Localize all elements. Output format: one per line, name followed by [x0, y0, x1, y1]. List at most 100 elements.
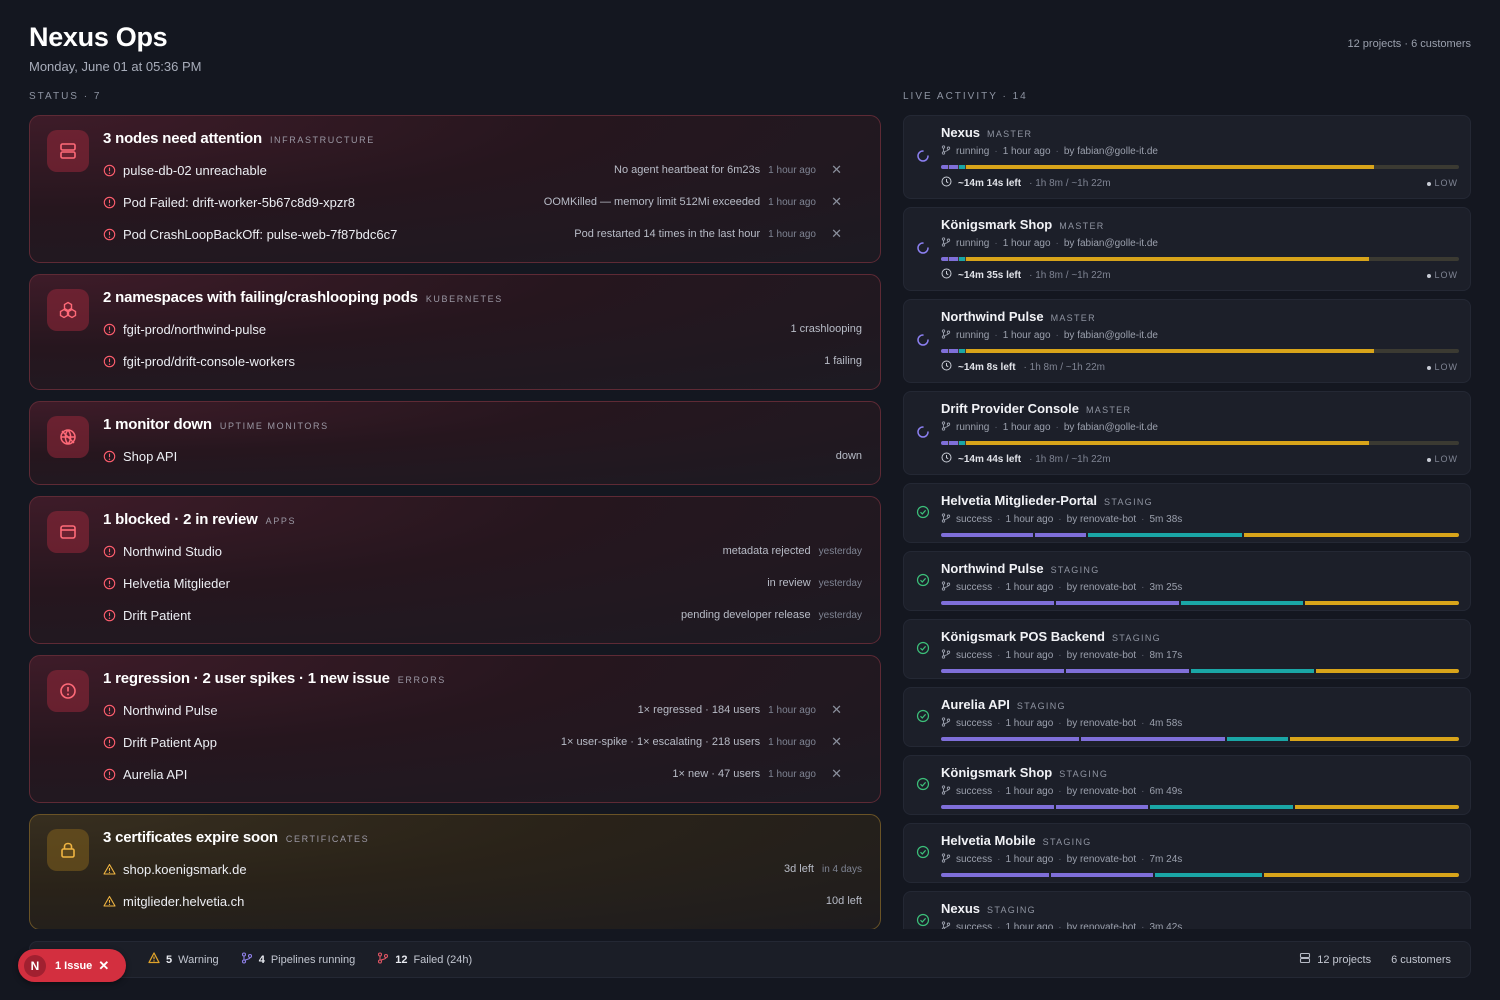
progress-segment — [958, 165, 965, 169]
pipeline-duration: 5m 38s — [1149, 514, 1183, 525]
status-row-name: Drift Patient — [123, 607, 191, 623]
status-row[interactable]: Helvetia Mitglieder in review yesterday — [103, 567, 862, 599]
close-icon[interactable]: ✕ — [98, 958, 109, 974]
progress-segment — [958, 349, 965, 353]
server-icon — [47, 130, 89, 172]
status-card[interactable]: 3 nodes need attention INFRASTRUCTURE puls… — [29, 115, 881, 263]
pipeline-item[interactable]: Nexus MASTER running · 1 hour ago · by fabian@… — [903, 115, 1471, 199]
git-branch-icon — [941, 329, 951, 342]
status-row-detail: 10d left — [825, 895, 862, 907]
status-card[interactable]: 2 namespaces with failing/crashlooping p… — [29, 274, 881, 390]
status-row-name: Drift Patient App — [123, 734, 217, 750]
pipeline-item[interactable]: Königsmark POS Backend STAGING success · 1 h… — [903, 619, 1471, 679]
pipeline-status: success — [956, 922, 993, 929]
status-card-title: 1 regression · 2 user spikes · 1 new iss… — [103, 670, 390, 687]
pipeline-time: 1 hour ago — [1005, 718, 1054, 729]
dismiss-icon[interactable]: ✕ — [816, 766, 842, 782]
stage-segment — [1243, 533, 1459, 537]
status-row-name: pulse-db-02 unreachable — [123, 162, 267, 178]
pipeline-time: 1 hour ago — [1002, 146, 1051, 157]
status-row-time: 1 hour ago — [768, 704, 816, 716]
pipeline-item[interactable]: Drift Provider Console MASTER running · 1 ho… — [903, 391, 1471, 475]
dismiss-icon[interactable]: ✕ — [816, 226, 842, 242]
pipeline-project-name: Königsmark POS Backend — [941, 629, 1105, 644]
status-row[interactable]: Northwind Pulse 1× regressed · 184 users 1… — [103, 694, 862, 726]
lock-icon — [47, 829, 89, 871]
status-row[interactable]: fgit-prod/drift-console-workers 1 failing — [103, 345, 862, 377]
separator-dot: · — [1141, 582, 1145, 593]
pipeline-project-name: Drift Provider Console — [941, 401, 1079, 416]
pipeline-meta: success · 1 hour ago · by renovate-bot · 3m 42… — [941, 921, 1458, 929]
pipeline-status: success — [956, 582, 993, 593]
dismiss-icon[interactable]: ✕ — [816, 702, 842, 718]
pipeline-duration: 4m 58s — [1149, 718, 1183, 729]
status-card[interactable]: 1 blocked · 2 in review APPS Northwind Stu… — [29, 496, 881, 644]
status-row[interactable]: pulse-db-02 unreachable No agent heartbea… — [103, 154, 862, 186]
pipeline-time: 1 hour ago — [1002, 238, 1051, 249]
pipeline-branch: STAGING — [987, 905, 1036, 915]
spinner-icon — [916, 425, 930, 444]
dismiss-icon[interactable]: ✕ — [816, 162, 842, 178]
stage-segment — [1035, 533, 1087, 537]
status-row[interactable]: fgit-prod/northwind-pulse 1 crashlooping — [103, 313, 862, 345]
status-row-name: Pod CrashLoopBackOff: pulse-web-7f87bdc6… — [123, 226, 398, 242]
dismiss-icon[interactable]: ✕ — [816, 194, 842, 210]
stage-segment — [941, 737, 1080, 741]
status-row[interactable]: Northwind Studio metadata rejected yesterd… — [103, 535, 862, 567]
status-row-name: fgit-prod/northwind-pulse — [123, 321, 267, 337]
header-summary: 12 projects · 6 customers — [1347, 38, 1472, 50]
status-row[interactable]: Pod Failed: drift-worker-5b67c8d9-xpzr8 O… — [103, 186, 862, 218]
alert-circle-icon — [103, 450, 123, 463]
status-row-name: Shop API — [123, 448, 178, 464]
status-row[interactable]: Shop API down — [103, 440, 862, 472]
pipeline-item[interactable]: Helvetia Mobile STAGING success · 1 hour ago… — [903, 823, 1471, 883]
status-row[interactable]: Drift Patient pending developer release ye… — [103, 599, 862, 631]
pipeline-meta: running · 1 hour ago · by fabian@golle-it.de — [941, 421, 1458, 434]
clock-icon — [941, 360, 952, 374]
pipeline-duration: 3m 25s — [1149, 582, 1183, 593]
status-card-category: APPS — [265, 516, 297, 526]
pipeline-author: by renovate-bot — [1066, 514, 1137, 525]
separator-dot: · — [1055, 238, 1059, 249]
status-row[interactable]: shop.koenigsmark.de 3d left in 4 days — [103, 853, 862, 885]
status-card-category: CERTIFICATES — [285, 834, 370, 844]
stage-segment — [941, 805, 1054, 809]
git-branch-icon — [941, 649, 951, 662]
pipeline-item[interactable]: Königsmark Shop MASTER running · 1 hour ago ·… — [903, 207, 1471, 291]
status-card-title: 1 blocked · 2 in review — [103, 511, 258, 528]
clock-icon — [941, 176, 952, 190]
status-row-time: yesterday — [818, 577, 862, 589]
footer-pipelines-running[interactable]: 4 Pipelines running — [241, 952, 355, 967]
pipeline-item[interactable]: Aurelia API STAGING success · 1 hour ago · by … — [903, 687, 1471, 747]
status-card[interactable]: 1 regression · 2 user spikes · 1 new iss… — [29, 655, 881, 803]
pipeline-item[interactable]: Königsmark Shop STAGING success · 1 hour ago… — [903, 755, 1471, 815]
status-row[interactable]: Drift Patient App 1× user-spike · 1× esca… — [103, 726, 862, 758]
eta-elapsed: · 1h 8m / ~1h 22m — [1029, 453, 1111, 465]
pipeline-item[interactable]: Helvetia Mitglieder-Portal STAGING success… — [903, 483, 1471, 543]
status-row[interactable]: mitglieder.helvetia.ch 10d left — [103, 885, 862, 917]
dismiss-icon[interactable]: ✕ — [816, 734, 842, 750]
status-row[interactable]: Aurelia API 1× new · 47 users 1 hour ago ✕ — [103, 758, 862, 790]
separator-dot: · — [1058, 514, 1062, 525]
issue-pill-button[interactable]: N 1 Issue ✕ — [18, 949, 126, 982]
pipeline-status: running — [956, 238, 990, 249]
pipeline-item[interactable]: Northwind Pulse STAGING success · 1 hour ago… — [903, 551, 1471, 611]
status-card[interactable]: 1 monitor down UPTIME MONITORS Shop API dow… — [29, 401, 881, 485]
status-section-label: STATUS · 7 — [29, 91, 102, 102]
pipeline-item[interactable]: Northwind Pulse MASTER running · 1 hour ago ·… — [903, 299, 1471, 383]
footer-failed[interactable]: 12 Failed (24h) — [377, 952, 472, 967]
status-card-title: 1 monitor down — [103, 416, 212, 433]
eta-remaining: ~14m 44s left — [958, 453, 1022, 465]
pipeline-time: 1 hour ago — [1002, 330, 1051, 341]
status-row[interactable]: Pod CrashLoopBackOff: pulse-web-7f87bdc6… — [103, 218, 862, 250]
warning-triangle-icon — [103, 863, 123, 876]
pipeline-meta: success · 1 hour ago · by renovate-bot · 4m 58… — [941, 717, 1458, 730]
stage-segment — [941, 669, 1064, 673]
separator-dot: · — [1058, 786, 1062, 797]
alert-circle-icon — [103, 704, 123, 717]
pipeline-item[interactable]: Nexus STAGING success · 1 hour ago · by renova… — [903, 891, 1471, 929]
pipeline-eta: ~14m 14s left · 1h 8m / ~1h 22m LOW — [941, 176, 1458, 190]
footer-warnings[interactable]: 5 Warning — [148, 952, 219, 967]
status-card[interactable]: 3 certificates expire soon CERTIFICATES sh… — [29, 814, 881, 929]
pipeline-branch: STAGING — [1042, 837, 1092, 847]
